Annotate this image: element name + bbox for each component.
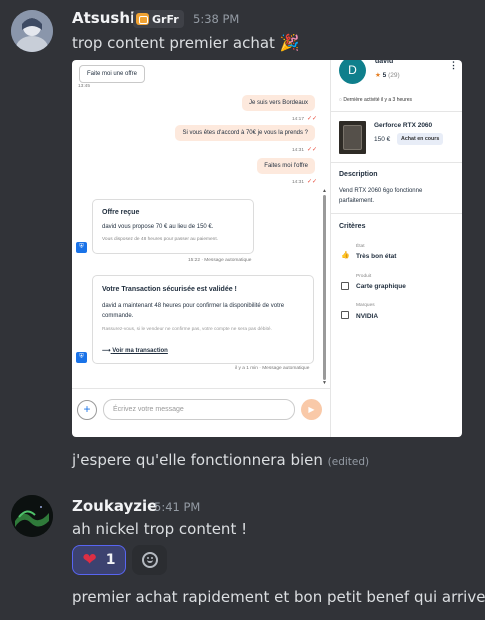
message-text: trop content premier achat 🎉 bbox=[72, 33, 300, 52]
chat-icon: ◌ bbox=[339, 97, 342, 103]
scroll-up-icon[interactable]: ▲ bbox=[322, 188, 327, 194]
marketplace-chat: Faite moi une offre 13:45 Je suis vers B… bbox=[72, 60, 330, 437]
offer-time: 13:45 bbox=[78, 84, 91, 89]
transaction-line1: david a maintenant 48 heures pour confir… bbox=[102, 303, 285, 319]
offer-button-label: Faite moi une offre bbox=[87, 71, 137, 77]
criteria-value: NVIDIA bbox=[356, 313, 379, 320]
sidebar-divider bbox=[331, 111, 462, 112]
tag-badge-icon bbox=[136, 13, 149, 25]
composer-divider bbox=[72, 388, 330, 389]
star-icon: ★ bbox=[375, 72, 381, 79]
username-atsushi[interactable]: Atsushi bbox=[72, 9, 135, 27]
offer-button[interactable]: Faite moi une offre bbox=[79, 65, 145, 83]
bubble-time: 14:17 bbox=[292, 117, 305, 122]
criteria-label: État bbox=[356, 244, 365, 249]
bubble-text: Si vous êtes d'accord à 70€ je vous la p… bbox=[182, 130, 308, 136]
chat-scrollbar[interactable] bbox=[323, 195, 326, 380]
attached-image[interactable]: Faite moi une offre 13:45 Je suis vers B… bbox=[72, 60, 462, 437]
party-popper-emoji: 🎉 bbox=[279, 33, 300, 52]
criteria-label: Produit bbox=[356, 274, 372, 279]
transaction-footer: il y a 1 min · Message automatique bbox=[235, 366, 310, 371]
thumbs-up-icon: 👍 bbox=[341, 252, 350, 259]
followup-text-content: j'espere qu'elle fonctionnera bien bbox=[72, 451, 323, 469]
last-activity: ◌ Dernière activité il y a 3 heures bbox=[339, 97, 412, 103]
offer-footer: 15:22 · Message automatique bbox=[188, 258, 252, 263]
followup-text: j'espere qu'elle fonctionnera bien (edit… bbox=[72, 451, 369, 469]
status-badge: Achat en cours bbox=[397, 133, 444, 145]
sidebar-divider bbox=[331, 213, 462, 214]
bubble-time: 14:31 bbox=[292, 180, 305, 185]
input-placeholder: Écrivez votre message bbox=[113, 406, 184, 413]
smiley-icon bbox=[141, 552, 158, 568]
message-zoukayzie: Zoukayzie 5:41 PM ah nickel trop content… bbox=[0, 488, 485, 620]
view-transaction-link[interactable]: ⟶ Voir ma transaction bbox=[102, 347, 168, 354]
message-atsushi: Atsushi GrFr 5:38 PM trop content premie… bbox=[0, 0, 485, 469]
reaction-count: 1 bbox=[105, 552, 116, 568]
offer-title: Offre reçue bbox=[102, 209, 140, 216]
arrow-right-icon: ⟶ bbox=[102, 348, 111, 354]
reaction-heart[interactable]: ❤ 1 bbox=[72, 545, 126, 575]
timestamp: 5:38 PM bbox=[193, 12, 240, 26]
view-transaction-label: Voir ma transaction bbox=[112, 348, 168, 354]
sidebar-divider bbox=[331, 162, 462, 163]
offer-line2: Vous disposez de 48 heures pour passer a… bbox=[102, 237, 219, 242]
chat-bubble-3: Faites moi l'offre bbox=[257, 158, 315, 174]
more-options-icon[interactable]: ⋮ bbox=[449, 60, 458, 71]
offer-card: Offre reçue david vous propose 70 € au l… bbox=[92, 199, 254, 254]
server-tag[interactable]: GrFr bbox=[133, 10, 184, 28]
product-thumbnail[interactable] bbox=[339, 121, 366, 154]
criteria-label: Marques bbox=[356, 303, 375, 308]
read-check-icon: ✓✓ bbox=[307, 179, 318, 185]
timestamp: 5:41 PM bbox=[154, 500, 201, 514]
message-text: ah nickel trop content ! bbox=[72, 520, 248, 538]
rating-value: 5 bbox=[382, 72, 387, 79]
seller-avatar[interactable]: D bbox=[339, 60, 366, 84]
read-check-icon: ✓✓ bbox=[307, 147, 318, 153]
list-icon bbox=[341, 282, 349, 290]
chat-bubble-2: Si vous êtes d'accord à 70€ je vous la p… bbox=[175, 125, 315, 141]
transaction-line2: Rassurez-vous, si le vendeur ne confirme… bbox=[102, 327, 272, 332]
message-text-content: trop content premier achat bbox=[72, 34, 275, 52]
transaction-card: Votre Transaction sécurisée est validée … bbox=[92, 275, 314, 364]
avatar-atsushi[interactable] bbox=[11, 10, 53, 52]
gpu-image bbox=[343, 125, 362, 150]
avatar-image bbox=[11, 10, 53, 52]
heart-icon: ❤ bbox=[82, 549, 97, 570]
server-tag-label: GrFr bbox=[152, 12, 179, 26]
shield-icon: ⛨ bbox=[76, 352, 87, 363]
criteria-value: Carte graphique bbox=[356, 283, 406, 290]
bubble-text: Faites moi l'offre bbox=[264, 163, 308, 169]
followup-text: premier achat rapidement et bon petit be… bbox=[72, 588, 485, 606]
avatar-image bbox=[11, 495, 53, 537]
bubble-time: 14:31 bbox=[292, 148, 305, 153]
product-price: 150 € bbox=[374, 136, 391, 143]
offer-line1: david vous propose 70 € au lieu de 150 €… bbox=[102, 224, 214, 230]
attach-button[interactable]: + bbox=[77, 400, 97, 420]
last-activity-text: Dernière activité il y a 3 heures bbox=[343, 97, 413, 103]
criteria-value: Très bon état bbox=[356, 253, 397, 260]
product-title[interactable]: Gerforce RTX 2060 bbox=[374, 122, 432, 129]
transaction-title: Votre Transaction sécurisée est validée … bbox=[102, 286, 237, 293]
criteria-title: Critères bbox=[339, 223, 366, 230]
seller-name[interactable]: david bbox=[375, 60, 393, 65]
description-title: Description bbox=[339, 171, 378, 178]
add-reaction-button[interactable] bbox=[132, 545, 167, 575]
username-zoukayzie[interactable]: Zoukayzie bbox=[72, 497, 157, 515]
chat-bubble-1: Je suis vers Bordeaux bbox=[241, 95, 315, 111]
seller-sidebar: D david ★ 5 (29) ⋮ ◌ Dernière activité i… bbox=[330, 60, 462, 437]
seller-avatar-letter: D bbox=[348, 63, 357, 77]
scroll-down-icon[interactable]: ▼ bbox=[322, 380, 327, 386]
message-input[interactable]: Écrivez votre message bbox=[103, 399, 295, 420]
avatar-zoukayzie[interactable] bbox=[11, 495, 53, 537]
seller-rating: ★ 5 (29) bbox=[375, 71, 400, 79]
edited-label: (edited) bbox=[327, 456, 370, 468]
list-icon bbox=[341, 311, 349, 319]
rating-count: (29) bbox=[388, 72, 400, 79]
send-button[interactable]: ▶ bbox=[301, 399, 322, 420]
description-text: Vend RTX 2060 6go fonctionne parfaitemen… bbox=[339, 188, 423, 204]
read-check-icon: ✓✓ bbox=[307, 116, 318, 122]
shield-icon: ⛨ bbox=[76, 242, 87, 253]
bubble-text: Je suis vers Bordeaux bbox=[248, 100, 308, 106]
